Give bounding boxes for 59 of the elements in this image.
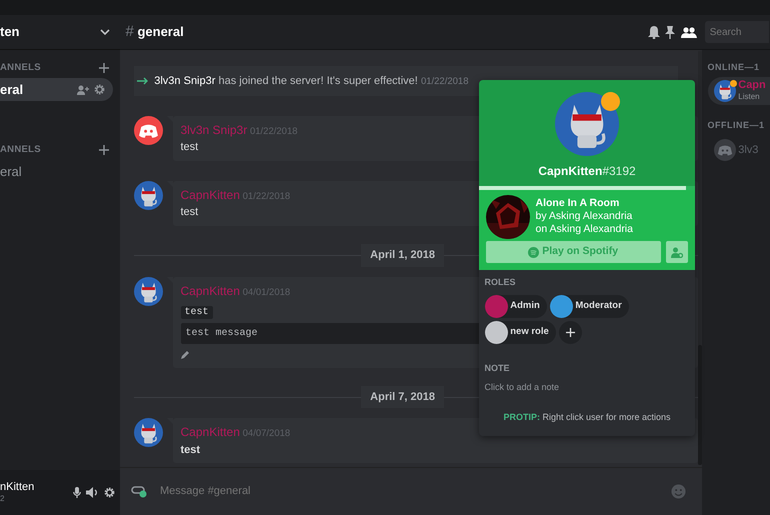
channel-item[interactable]: eral <box>0 160 113 183</box>
inline-code: test <box>180 306 213 318</box>
cat-avatar[interactable] <box>134 181 163 210</box>
username: nKitten <box>0 482 34 492</box>
author-name[interactable]: CapnKitten <box>180 186 240 204</box>
user-settings-icon <box>671 246 683 258</box>
author-name[interactable]: CapnKitten <box>180 282 240 300</box>
category-label[interactable]: ANNELS <box>0 61 41 76</box>
pencil-icon[interactable] <box>180 350 190 359</box>
member-item[interactable]: 3lv3 <box>708 136 770 164</box>
pin-icon[interactable] <box>665 26 675 38</box>
bell-icon[interactable] <box>648 26 660 38</box>
cat-avatar[interactable] <box>714 80 736 102</box>
add-user-icon[interactable] <box>76 84 88 94</box>
protip-text: PROTIP: Right click user for more actions <box>502 411 672 424</box>
song-artist: by Asking Alexandria <box>536 210 633 223</box>
plus-icon[interactable] <box>99 145 109 156</box>
attachment-icon[interactable] <box>131 485 147 498</box>
member-item[interactable]: Capn Listen <box>708 77 770 106</box>
arrow-right-icon <box>136 77 149 85</box>
chevron-down-icon[interactable] <box>100 28 110 36</box>
role-chip: new role <box>484 320 556 344</box>
avatar-icon[interactable] <box>134 116 163 145</box>
role-chip: Admin <box>484 294 547 318</box>
cat-avatar[interactable] <box>134 276 163 306</box>
message-text: test <box>180 444 200 456</box>
profile-username: CapnKitten#3192 <box>538 162 636 180</box>
song-title: Alone In A Room <box>536 197 620 210</box>
author-name[interactable]: CapnKitten <box>180 423 240 442</box>
role-chip: Moderator <box>550 294 629 318</box>
search-field[interactable]: Search <box>704 21 769 43</box>
channel-title: # general <box>126 22 184 42</box>
settings-icon[interactable] <box>94 84 105 95</box>
note-field[interactable]: Click to add a note <box>484 380 560 394</box>
speaker-icon[interactable] <box>86 487 98 498</box>
server-name: ten <box>0 23 20 42</box>
join-message: 3lv3n Snip3r has joined the server! It's super effective! 01/22/2018 <box>154 74 468 89</box>
category-label[interactable]: ANNELS <box>0 143 41 158</box>
plus-icon[interactable] <box>99 63 109 74</box>
settings-icon[interactable] <box>104 487 114 498</box>
play-button[interactable]: Play on Spotify <box>486 241 660 264</box>
user-tag: 2 <box>0 492 34 504</box>
channel-item[interactable]: eral <box>0 78 113 101</box>
microphone-icon[interactable] <box>72 486 80 498</box>
message-input[interactable]: Message #general <box>158 482 598 501</box>
spotify-icon <box>528 246 540 258</box>
plus-icon <box>566 328 575 336</box>
member-group-label: OFFLINE—1 <box>708 119 766 132</box>
member-group-label: ONLINE—1 <box>708 61 761 74</box>
message-text: test <box>180 206 198 218</box>
author-name[interactable]: 3lv3n Snip3r <box>180 121 248 139</box>
song-album: on Asking Alexandria <box>536 223 633 236</box>
section-label: ROLES <box>484 276 517 289</box>
section-label: NOTE <box>484 362 511 374</box>
cat-avatar[interactable] <box>134 418 163 448</box>
message-text: test <box>180 141 198 154</box>
add-role-button[interactable] <box>558 320 582 344</box>
members-icon[interactable] <box>680 26 696 38</box>
cat-avatar[interactable] <box>555 92 619 156</box>
